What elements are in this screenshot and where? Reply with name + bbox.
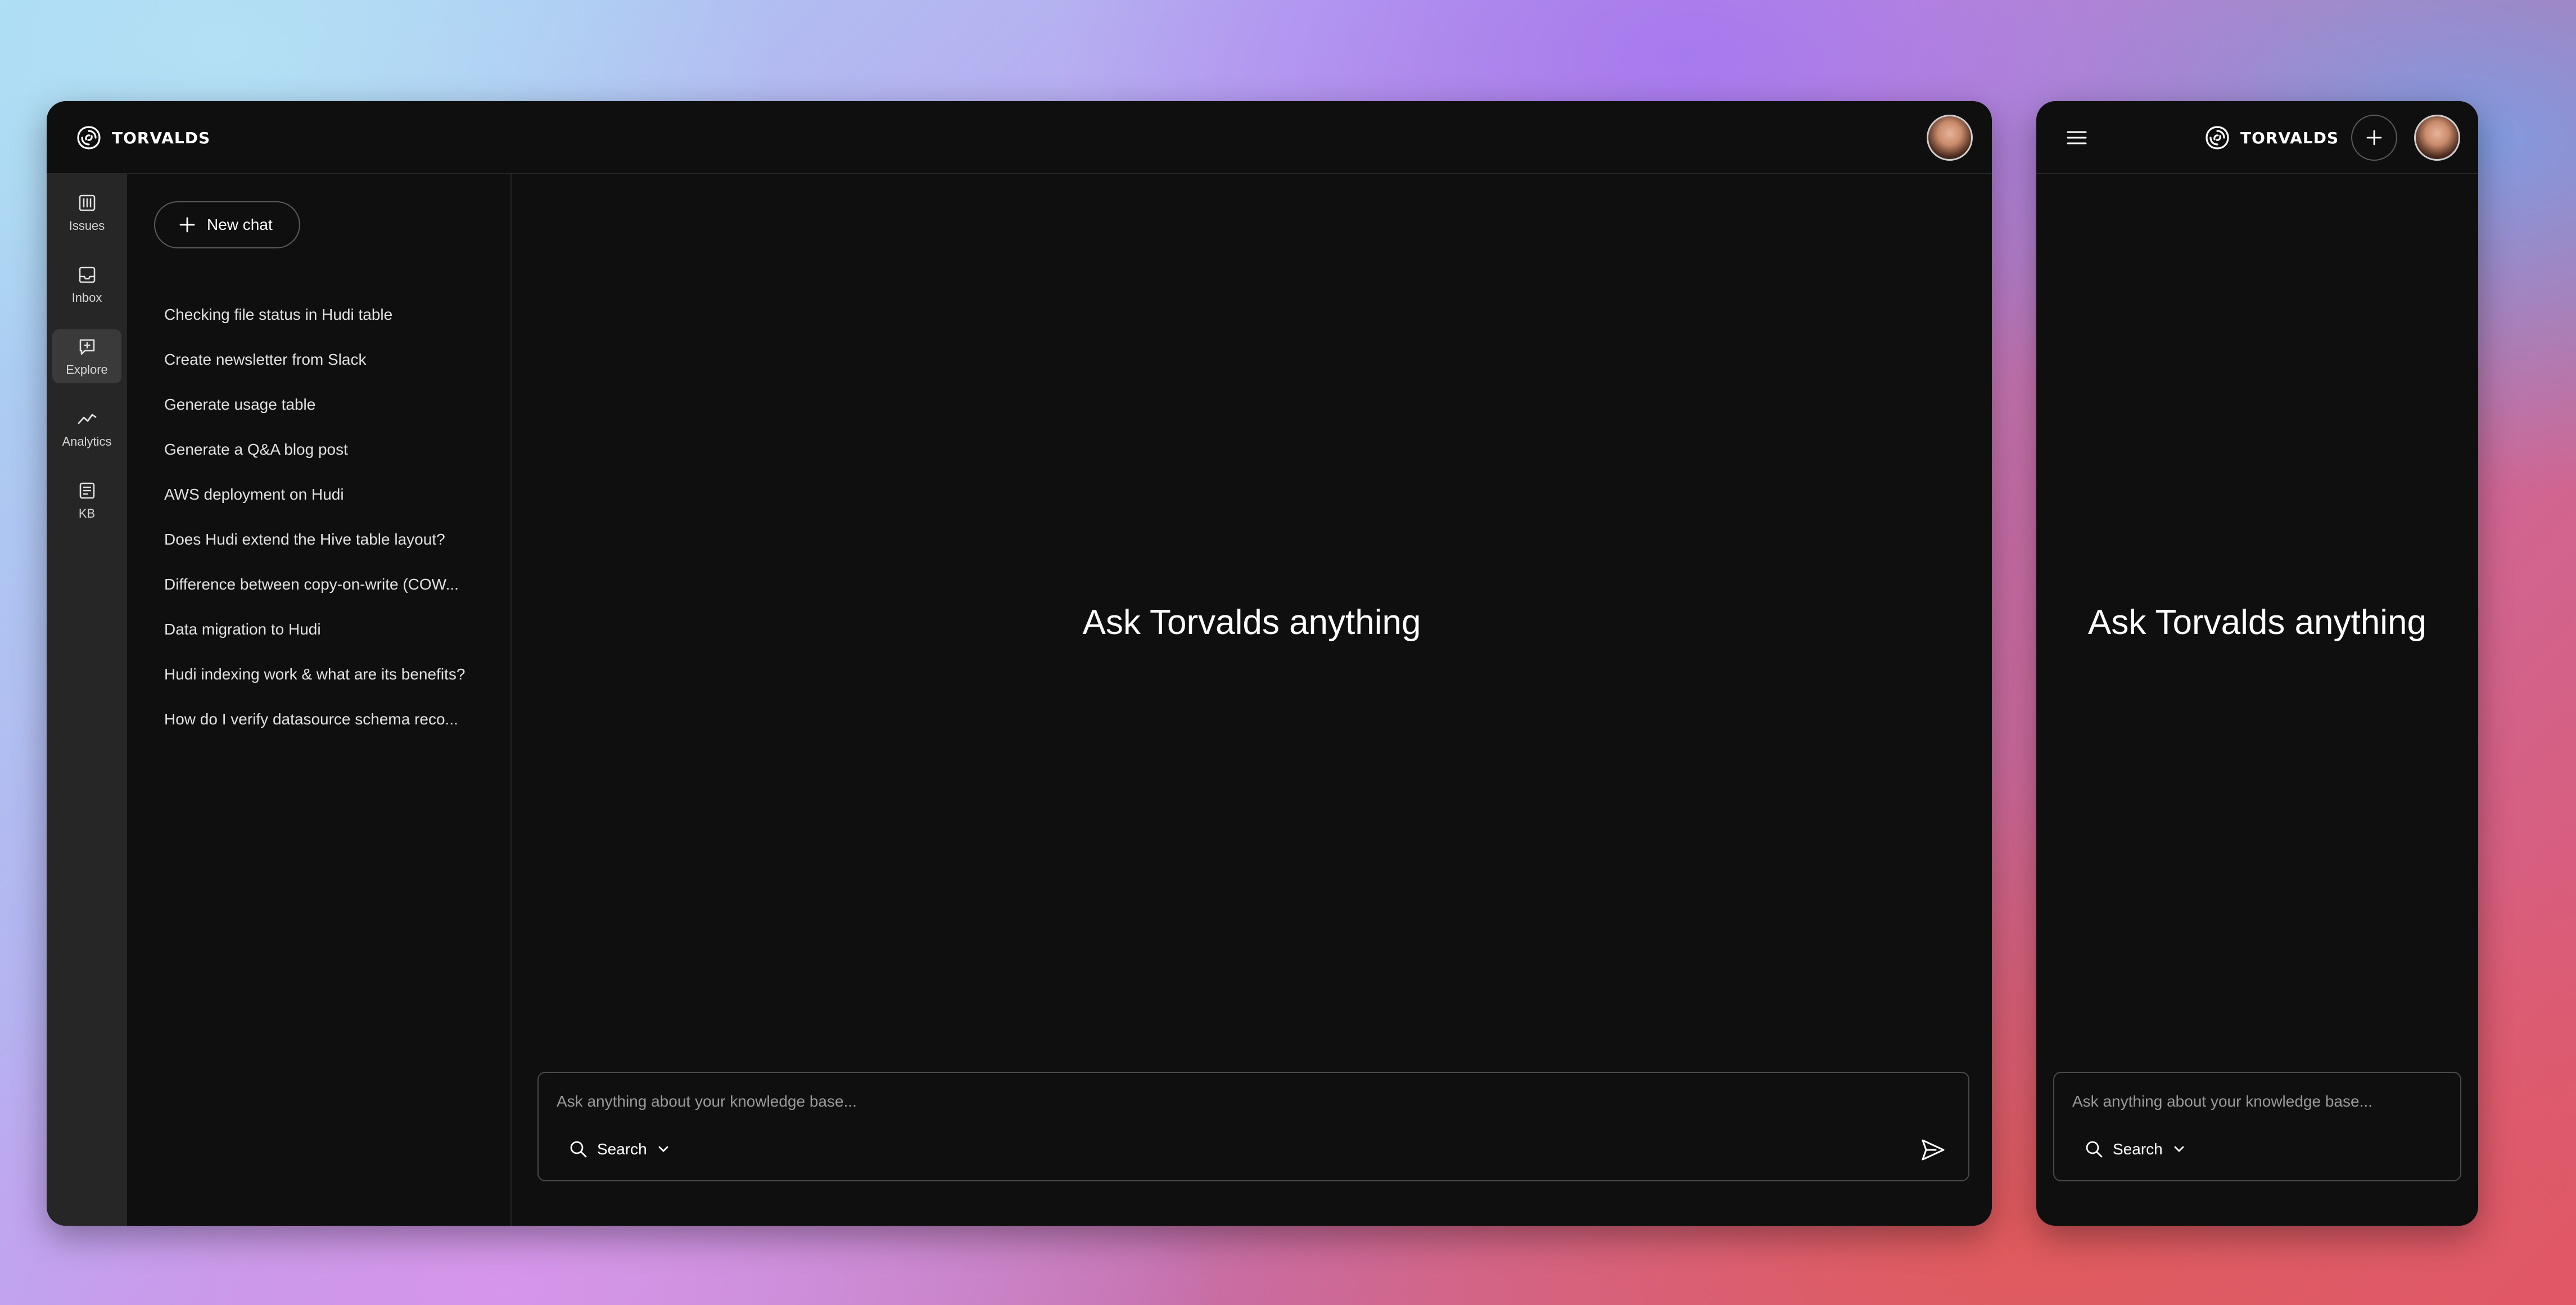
nav-item-explore[interactable]: Explore — [52, 329, 121, 383]
chat-history-item[interactable]: Data migration to Hudi — [164, 607, 499, 652]
nav-item-label: Explore — [66, 362, 108, 377]
mobile-brand-logo[interactable]: TORVALDS — [2203, 124, 2339, 152]
explore-icon — [79, 339, 94, 355]
torvalds-logo-icon — [77, 126, 101, 149]
nav-item-analytics[interactable]: Analytics — [52, 401, 121, 455]
mobile-app-window: TORVALDS Ask Torvalds anything Search — [2036, 101, 2478, 1226]
nav-item-label: KB — [78, 506, 96, 520]
chat-history-list: Checking file status in Hudi table Creat… — [164, 292, 499, 742]
nav-item-kb[interactable]: KB — [52, 473, 121, 527]
mobile-top-bar: TORVALDS — [2036, 101, 2478, 174]
chat-history-item[interactable]: AWS deployment on Hudi — [164, 472, 499, 517]
search-mode-dropdown[interactable]: Search — [568, 1132, 672, 1166]
user-avatar[interactable] — [1927, 115, 1973, 161]
brand-logo[interactable]: TORVALDS — [75, 124, 210, 152]
icon-rail: Issues Inbox Explore Analytics KB — [47, 174, 127, 1226]
chat-history-panel: New chat Checking file status in Hudi ta… — [127, 174, 512, 1226]
torvalds-logo-icon — [2206, 126, 2229, 149]
new-chat-label: New chat — [207, 216, 273, 233]
chat-history-item[interactable]: Hudi indexing work & what are its benefi… — [164, 652, 499, 697]
menu-icon[interactable] — [2064, 125, 2089, 150]
chat-history-item[interactable]: Generate a Q&A blog post — [164, 427, 499, 472]
chat-history-item[interactable]: Create newsletter from Slack — [164, 337, 499, 382]
inbox-icon — [79, 266, 95, 283]
hero-title: Ask Torvalds anything — [1082, 603, 1421, 642]
issues-icon — [79, 194, 95, 211]
search-mode-label: Search — [2113, 1140, 2163, 1158]
chat-composer: Search — [537, 1072, 1969, 1181]
mobile-hero-title: Ask Torvalds anything — [2088, 603, 2426, 642]
nav-item-label: Issues — [69, 219, 105, 233]
chat-history-item[interactable]: How do I verify datasource schema reco..… — [164, 697, 499, 742]
plus-icon — [179, 217, 195, 233]
mobile-search-mode-dropdown[interactable]: Search — [2084, 1132, 2188, 1166]
brand-name: TORVALDS — [2240, 128, 2339, 147]
chevron-down-icon — [2174, 1146, 2184, 1152]
mobile-chat-input[interactable] — [2072, 1088, 2442, 1116]
mobile-new-chat-button[interactable] — [2351, 115, 2397, 161]
chat-history-item[interactable]: Generate usage table — [164, 382, 499, 427]
nav-item-label: Analytics — [62, 434, 112, 448]
kb-icon — [79, 482, 94, 499]
plus-icon — [2366, 130, 2382, 146]
nav-item-issues[interactable]: Issues — [52, 185, 121, 239]
chevron-down-icon — [658, 1146, 668, 1152]
analytics-icon — [78, 414, 96, 424]
chat-input[interactable] — [557, 1088, 1950, 1116]
search-mode-label: Search — [597, 1140, 647, 1158]
chat-history-item[interactable]: Checking file status in Hudi table — [164, 292, 499, 337]
nav-item-label: Inbox — [71, 291, 102, 305]
send-icon[interactable] — [1919, 1136, 1947, 1164]
search-icon — [570, 1141, 587, 1158]
brand-name: TORVALDS — [112, 128, 211, 147]
chat-history-item[interactable]: Difference between copy-on-write (COW... — [164, 562, 499, 607]
new-chat-button[interactable]: New chat — [154, 201, 300, 248]
desktop-app-window: TORVALDS Issues Inbox Explore Analytics … — [47, 101, 1992, 1226]
mobile-chat-composer: Search — [2053, 1072, 2461, 1181]
nav-item-inbox[interactable]: Inbox — [52, 257, 121, 311]
user-avatar[interactable] — [2414, 115, 2460, 161]
top-bar: TORVALDS — [47, 101, 1992, 174]
search-icon — [2086, 1141, 2103, 1158]
chat-history-item[interactable]: Does Hudi extend the Hive table layout? — [164, 517, 499, 562]
